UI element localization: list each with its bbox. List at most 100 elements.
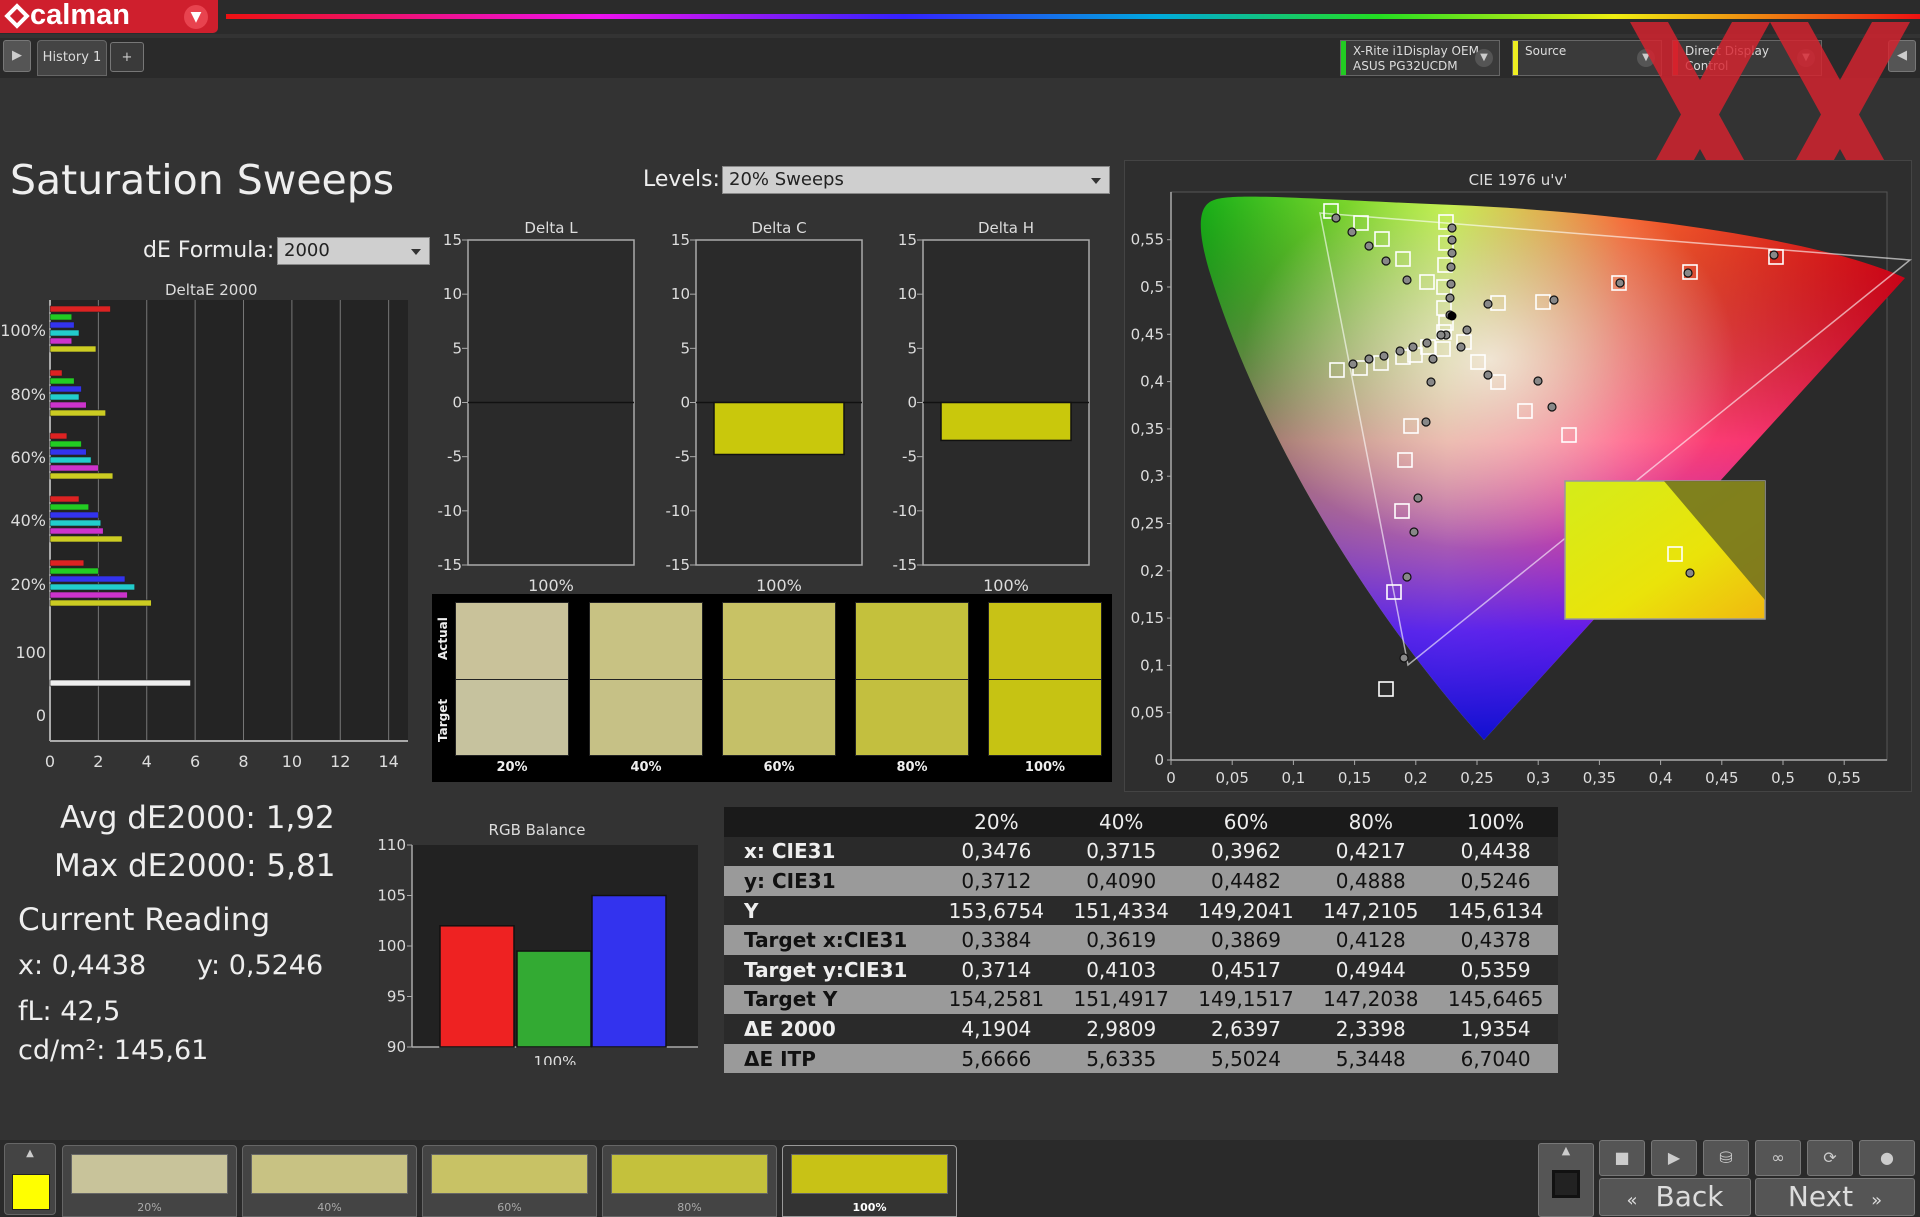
deltae-bar [49, 432, 68, 440]
target-swatch [589, 680, 703, 756]
tab-history-1[interactable]: History 1 [37, 40, 107, 76]
levels-dropdown[interactable]: 20% Sweeps [722, 166, 1110, 194]
y-tick-label: 5 [452, 339, 462, 357]
bottom-swatch-color [251, 1154, 408, 1194]
deltae-bar [49, 337, 73, 345]
y-group-label: 40% [10, 511, 46, 530]
circle-icon: ● [1880, 1148, 1894, 1167]
play-button[interactable]: ▶ [1651, 1140, 1697, 1176]
table-cell: 5,5024 [1183, 1043, 1309, 1074]
rgb-bar-g [516, 950, 592, 1048]
x-tick-label: 14 [378, 752, 398, 771]
table-row: Target x:CIE31 0,3384 0,3619 0,3869 0,4128 0,… [724, 925, 1558, 955]
bottom-swatch-3[interactable]: 60% [422, 1145, 597, 1217]
stop-icon [1552, 1170, 1580, 1198]
column-header: 20% [934, 807, 1059, 837]
y-tick-label: 15 [671, 231, 690, 249]
table-cell: 0,3714 [934, 954, 1059, 985]
row-label: Y [724, 895, 934, 926]
meter-display: ASUS PG32UCDM [1353, 59, 1458, 73]
back-button[interactable]: « Back [1599, 1178, 1751, 1216]
measured-point [1446, 279, 1456, 289]
measured-point [1446, 262, 1456, 272]
x-tick-label: 0,1 [1281, 769, 1305, 787]
cie-title: CIE 1976 u'v' [1469, 171, 1568, 189]
deltae-bar [49, 305, 111, 313]
current-color-tile[interactable]: ▲ [4, 1143, 56, 1215]
app-menu-chevron-icon[interactable]: ▼ [184, 5, 208, 29]
bottom-swatch-1[interactable]: 20% [62, 1145, 237, 1217]
y-tick-label: -15 [438, 556, 463, 574]
target-swatch [988, 680, 1102, 756]
table-cell: 2,3398 [1308, 1014, 1434, 1044]
play-icon[interactable]: ▶ [3, 40, 31, 72]
table-cell: 0,3715 [1058, 836, 1184, 867]
target-swatch [722, 680, 836, 756]
measured-point [1402, 275, 1412, 285]
y-tick-label: 5 [680, 339, 690, 357]
stop-button[interactable]: ■ [1599, 1140, 1645, 1176]
row-label: Target x:CIE31 [724, 925, 934, 955]
y-tick-label: -10 [666, 502, 691, 520]
levels-label: Levels: [643, 167, 720, 192]
table-cell: 153,6754 [934, 895, 1059, 926]
inset-measured-point [1685, 568, 1695, 578]
y-tick-label: 0 [907, 394, 917, 412]
loop-button[interactable]: ∞ [1755, 1140, 1801, 1176]
meter-status-bar [1341, 41, 1346, 75]
save-button[interactable]: ⛁ [1703, 1140, 1749, 1176]
y-tick-label: -10 [438, 502, 463, 520]
measured-point [1364, 354, 1374, 364]
delta-bar [940, 401, 1072, 442]
measured-point [1447, 248, 1457, 258]
table-cell: 154,2581 [934, 984, 1059, 1015]
deltae-bar [49, 456, 92, 464]
refresh-button[interactable]: ⟳ [1807, 1140, 1853, 1176]
measured-point [1447, 235, 1457, 245]
rgb-balance-chart: RGB Balance 110 105 100 95 90 100% [377, 821, 698, 1065]
stop-record-button[interactable]: ▲ [1538, 1143, 1594, 1217]
options-button[interactable]: ● [1859, 1140, 1915, 1176]
x-tick-label: 0,55 [1827, 769, 1860, 787]
formula-label: dE Formula: [143, 238, 275, 263]
meter-selector[interactable]: X-Rite i1Display OEM ASUS PG32UCDM ▼ [1340, 40, 1500, 76]
table-cell: 0,5359 [1433, 954, 1558, 985]
x-tick-label: 0 [1166, 769, 1176, 787]
measured-point [1331, 213, 1341, 223]
x-tick-label: 0,35 [1583, 769, 1616, 787]
measured-point [1421, 417, 1431, 427]
current-reading-title: Current Reading [18, 902, 271, 938]
y-tick-label: -10 [893, 502, 918, 520]
x-tick-label: 2 [93, 752, 103, 771]
add-tab-button[interactable]: + [110, 42, 144, 72]
source-status-bar [1513, 41, 1518, 75]
meter-name: X-Rite i1Display OEM [1353, 44, 1479, 58]
bottom-swatch-label: 40% [317, 1201, 342, 1214]
x-tick-label: 0,05 [1215, 769, 1248, 787]
bottom-swatch-5[interactable]: 100% [782, 1145, 957, 1217]
measured-point [1409, 527, 1419, 537]
table-cell: 151,4334 [1058, 895, 1184, 926]
row-label: ΔE 2000 [724, 1014, 934, 1044]
table-cell: 5,6335 [1058, 1043, 1184, 1074]
next-button[interactable]: Next » [1755, 1178, 1915, 1216]
bottom-swatch-4[interactable]: 80% [602, 1145, 777, 1217]
deltae-bar [49, 313, 73, 321]
y-tick-label: 15 [898, 231, 917, 249]
table-cell: 2,6397 [1183, 1014, 1309, 1044]
deltae-bar [49, 559, 85, 567]
bottom-swatch-label: 80% [677, 1201, 702, 1214]
deltae-bar [49, 527, 104, 535]
next-label: Next [1787, 1180, 1854, 1213]
bottom-swatch-2[interactable]: 40% [242, 1145, 417, 1217]
y-tick-label: -5 [447, 448, 462, 466]
avg-de: Avg dE2000: 1,92 [60, 800, 335, 836]
formula-dropdown[interactable]: 2000 [277, 237, 430, 265]
actual-swatch [722, 602, 836, 680]
table-cell: 0,4090 [1058, 866, 1184, 896]
delta-x-label: 100% [756, 576, 802, 595]
collapse-up-icon: ▲ [1561, 1144, 1571, 1157]
deltae-bar [49, 377, 75, 385]
data-table: 20% 40% 60% 80% 100% x: CIE31 0,3476 0,3715 0,39… [724, 807, 1558, 1074]
measured-point [1533, 376, 1543, 386]
